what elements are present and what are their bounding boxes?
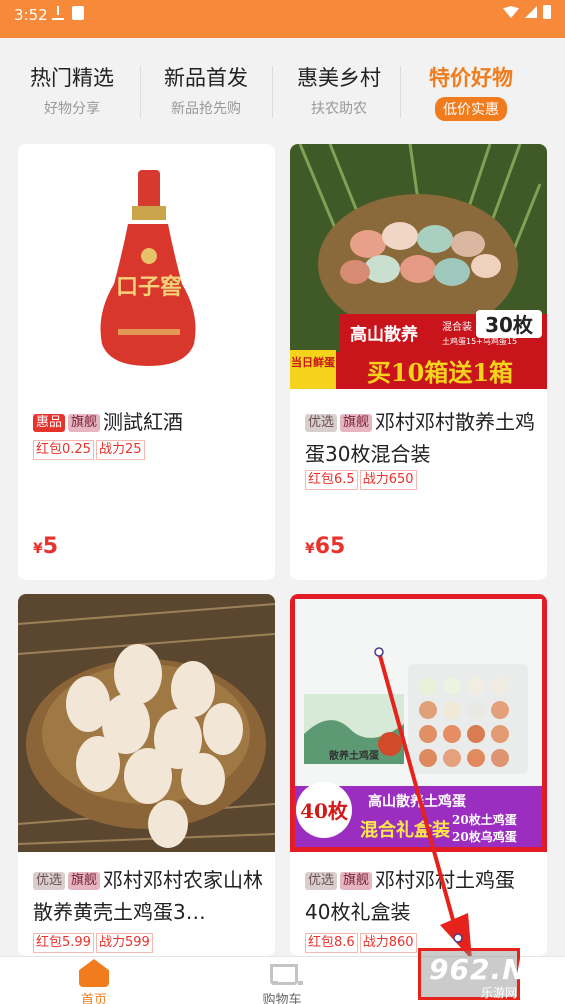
cart-icon [267, 959, 303, 987]
nav-home-label: 首页 [80, 993, 107, 1004]
nav-home[interactable]: 首页 [54, 959, 134, 1004]
watermark-sub: 乐游网 [481, 986, 518, 1000]
nav-cart-label: 购物车 [262, 993, 302, 1004]
nav-cart[interactable]: 购物车 [242, 959, 322, 1004]
home-icon [79, 959, 109, 987]
watermark-main: 962.NET [429, 953, 565, 986]
site-watermark: 962.NET 乐游网 [418, 948, 565, 1000]
annotation-arrow [374, 647, 472, 960]
